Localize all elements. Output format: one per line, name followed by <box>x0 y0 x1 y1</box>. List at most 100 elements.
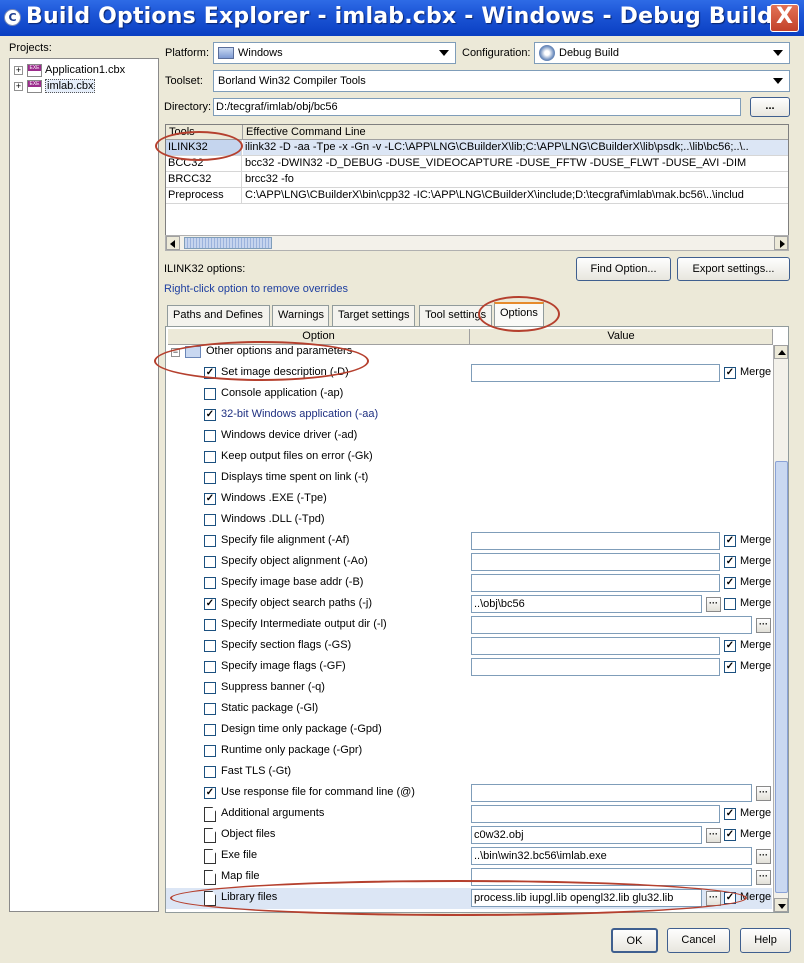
option-checkbox[interactable] <box>204 724 216 736</box>
option-row[interactable]: Windows device driver (-ad) <box>166 426 772 447</box>
option-checkbox[interactable] <box>204 745 216 757</box>
table-row[interactable]: BCC32 bcc32 -DWIN32 -D_DEBUG -DUSE_VIDEO… <box>166 156 788 172</box>
option-value-input[interactable]: ..\bin\win32.bc56\imlab.exe <box>471 847 752 865</box>
browse-button[interactable]: ··· <box>756 870 771 885</box>
option-row[interactable]: Map file ··· <box>166 867 772 888</box>
option-value-input[interactable]: c0w32.obj <box>471 826 702 844</box>
option-row[interactable]: Windows .DLL (-Tpd) <box>166 510 772 531</box>
tab-target-settings[interactable]: Target settings <box>332 305 415 326</box>
table-row[interactable]: Preprocess C:\APP\LNG\CBuilderX\bin\cpp3… <box>166 188 788 204</box>
option-checkbox[interactable] <box>204 535 216 547</box>
help-button[interactable]: Help <box>740 928 791 953</box>
option-row[interactable]: ✓ Specify object search paths (-j) ..\obj\… <box>166 594 772 615</box>
merge-checkbox[interactable]: ✓ <box>724 808 736 820</box>
option-checkbox[interactable] <box>204 472 216 484</box>
vertical-scrollbar[interactable] <box>773 345 788 912</box>
merge-checkbox[interactable]: ✓ <box>724 367 736 379</box>
option-checkbox[interactable] <box>204 577 216 589</box>
option-checkbox[interactable]: ✓ <box>204 598 216 610</box>
option-value-input[interactable] <box>471 637 720 655</box>
scroll-up-button[interactable] <box>774 345 788 359</box>
option-checkbox[interactable]: ✓ <box>204 493 216 505</box>
expand-icon[interactable]: + <box>14 65 23 75</box>
option-value-input[interactable] <box>471 616 752 634</box>
option-row[interactable]: Fast TLS (-Gt) <box>166 762 772 783</box>
option-row[interactable]: ✓ Use response file for command line (@) ·… <box>166 783 772 804</box>
option-value-input[interactable] <box>471 805 720 823</box>
tree-item-imlab[interactable]: + imlab.cbx <box>14 78 96 94</box>
scroll-left-button[interactable] <box>166 236 180 250</box>
merge-checkbox[interactable]: ✓ <box>724 892 736 904</box>
option-row[interactable]: Specify Intermediate output dir (-l) ··· <box>166 615 772 636</box>
option-checkbox[interactable]: ✓ <box>204 409 216 421</box>
cancel-button[interactable]: Cancel <box>667 928 730 953</box>
option-row[interactable]: Keep output files on error (-Gk) <box>166 447 772 468</box>
platform-select[interactable]: Windows <box>213 42 456 64</box>
configuration-select[interactable]: Debug Build <box>534 42 790 64</box>
option-row[interactable]: Runtime only package (-Gpr) <box>166 741 772 762</box>
option-checkbox[interactable] <box>204 388 216 400</box>
option-row[interactable]: ✓ 32-bit Windows application (-aa) <box>166 405 772 426</box>
option-row[interactable]: Object files c0w32.obj ··· ✓ Merge <box>166 825 772 846</box>
tab-paths-and-defines[interactable]: Paths and Defines <box>167 305 270 326</box>
browse-button[interactable]: ··· <box>706 828 721 843</box>
option-value-input[interactable] <box>471 532 720 550</box>
toolset-select[interactable]: Borland Win32 Compiler Tools <box>213 70 790 92</box>
option-checkbox[interactable] <box>204 703 216 715</box>
group-row[interactable]: − Other options and parameters <box>166 342 772 363</box>
option-row[interactable]: Library files process.lib iupgl.lib openg… <box>166 888 772 909</box>
option-row[interactable]: Additional arguments ✓ Merge <box>166 804 772 825</box>
option-checkbox[interactable] <box>204 451 216 463</box>
option-row[interactable]: Console application (-ap) <box>166 384 772 405</box>
merge-checkbox[interactable]: ✓ <box>724 577 736 589</box>
option-row[interactable]: ✓ Windows .EXE (-Tpe) <box>166 489 772 510</box>
merge-checkbox[interactable] <box>724 598 736 610</box>
tab-options[interactable]: Options <box>494 302 544 327</box>
tab-warnings[interactable]: Warnings <box>272 305 329 326</box>
option-row[interactable]: Specify image flags (-GF) ✓ Merge <box>166 657 772 678</box>
browse-button[interactable]: ··· <box>756 849 771 864</box>
option-checkbox[interactable]: ✓ <box>204 367 216 379</box>
tools-column-header[interactable]: Tools <box>166 125 243 140</box>
option-checkbox[interactable] <box>204 640 216 652</box>
option-row[interactable]: Displays time spent on link (-t) <box>166 468 772 489</box>
merge-checkbox[interactable]: ✓ <box>724 640 736 652</box>
table-row[interactable]: BRCC32 brcc32 -fo <box>166 172 788 188</box>
merge-checkbox[interactable]: ✓ <box>724 829 736 841</box>
option-row[interactable]: Specify object alignment (-Ao) ✓ Merge <box>166 552 772 573</box>
close-button[interactable]: X <box>770 4 799 32</box>
directory-input[interactable]: D:/tecgraf/imlab/obj/bc56 <box>213 98 741 116</box>
option-checkbox[interactable] <box>204 556 216 568</box>
option-row[interactable]: Specify section flags (-GS) ✓ Merge <box>166 636 772 657</box>
scroll-right-button[interactable] <box>774 236 788 250</box>
collapse-icon[interactable]: − <box>171 348 180 357</box>
merge-checkbox[interactable]: ✓ <box>724 556 736 568</box>
option-checkbox[interactable]: ✓ <box>204 787 216 799</box>
tree-item-application1[interactable]: + Application1.cbx <box>14 62 125 78</box>
export-settings-button[interactable]: Export settings... <box>677 257 790 281</box>
option-row[interactable]: Design time only package (-Gpd) <box>166 720 772 741</box>
option-value-input[interactable]: process.lib iupgl.lib opengl32.lib glu32… <box>471 889 702 907</box>
option-checkbox[interactable] <box>204 661 216 673</box>
command-line-column-header[interactable]: Effective Command Line <box>243 125 788 140</box>
find-option-button[interactable]: Find Option... <box>576 257 671 281</box>
option-row[interactable]: Specify image base addr (-B) ✓ Merge <box>166 573 772 594</box>
option-value-input[interactable] <box>471 658 720 676</box>
scroll-thumb[interactable] <box>775 461 788 893</box>
option-checkbox[interactable] <box>204 766 216 778</box>
option-value-input[interactable] <box>471 574 720 592</box>
merge-checkbox[interactable]: ✓ <box>724 535 736 547</box>
browse-button[interactable]: ··· <box>706 891 721 906</box>
scroll-thumb[interactable] <box>184 237 272 249</box>
option-value-input[interactable] <box>471 784 752 802</box>
option-value-input[interactable] <box>471 364 720 382</box>
option-value-input[interactable]: ..\obj\bc56 <box>471 595 702 613</box>
option-row[interactable]: Specify file alignment (-Af) ✓ Merge <box>166 531 772 552</box>
option-checkbox[interactable] <box>204 619 216 631</box>
option-row[interactable]: ✓ Set image description (-D) ✓ Merge <box>166 363 772 384</box>
option-checkbox[interactable] <box>204 682 216 694</box>
option-value-input[interactable] <box>471 868 752 886</box>
option-checkbox[interactable] <box>204 430 216 442</box>
browse-button[interactable]: ··· <box>706 597 721 612</box>
option-value-input[interactable] <box>471 553 720 571</box>
